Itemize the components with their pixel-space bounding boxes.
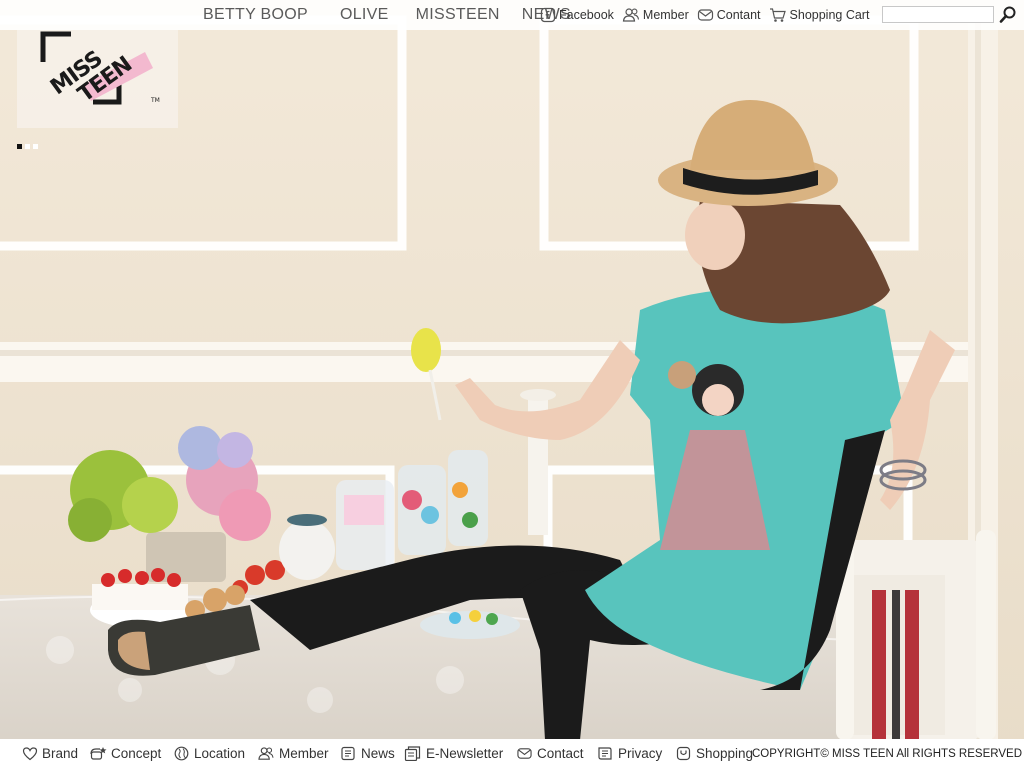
footer-news-label: News [361,746,395,761]
footer-location-label: Location [194,746,246,761]
mail-icon [517,748,532,759]
footer-member-link[interactable]: Member [257,739,329,768]
footer-privacy-link[interactable]: Privacy [597,739,662,768]
facebook-link[interactable]: Facebook [540,7,614,23]
footer-privacy-label: Privacy [618,746,663,761]
newsletter-icon [404,746,421,761]
nav-missteen[interactable]: MISSTEEN [416,6,500,24]
member-link[interactable]: Member [622,7,689,23]
secondary-nav: Facebook Member Contant Shopping Cart [540,0,877,30]
top-nav-bar: BETTY BOOP OLIVE MISSTEEN NEWS Facebook … [0,0,1024,30]
copyright-text: COPYRIGHT© MISS TEEN All RIGHTS RESERVED [751,747,1022,760]
footer-enewsletter-link[interactable]: E-Newsletter [404,739,503,768]
slide-dot[interactable] [33,144,38,149]
footer-news-link[interactable]: News [340,739,395,768]
mail-icon [697,9,713,21]
contant-link[interactable]: Contant [697,7,761,23]
brand-logo[interactable]: MISS TEEN TM [17,30,178,128]
member-label: Member [642,8,689,22]
facebook-label: Facebook [559,8,614,22]
heart-icon [22,747,38,761]
member-icon [258,747,274,760]
slide-dot[interactable] [17,144,22,149]
slide-dot[interactable] [25,144,30,149]
member-icon [622,8,639,22]
footer-concept-link[interactable]: Concept [89,739,161,768]
footer-brand-link[interactable]: Brand [22,739,78,768]
search-icon[interactable] [998,5,1018,25]
cart-icon [769,8,786,22]
main-nav: BETTY BOOP OLIVE MISSTEEN NEWS [203,0,571,30]
nav-betty-boop[interactable]: BETTY BOOP [203,6,308,24]
slider-indicator [17,144,41,149]
footer-location-link[interactable]: Location [173,739,245,768]
star-icon [90,747,107,760]
footer-contact-label: Contact [537,746,584,761]
footer-nav: Brand Concept Location Member News E-New… [0,739,1024,768]
facebook-icon [540,7,556,23]
contant-label: Contant [716,8,761,22]
footer-member-label: Member [279,746,329,761]
footer-shopping-link[interactable]: Shopping [675,739,753,768]
news-icon [341,746,355,761]
shopping-cart-link[interactable]: Shopping Cart [769,7,870,23]
globe-icon [174,746,189,761]
document-icon [598,747,612,760]
footer-brand-label: Brand [42,746,79,761]
nav-olive[interactable]: OLIVE [340,6,389,24]
search-input[interactable] [882,6,994,23]
logo-mark: MISS TEEN TM [40,31,160,107]
footer-enewsletter-label: E-Newsletter [426,746,504,761]
footer-contact-link[interactable]: Contact [516,739,584,768]
trademark-mark: TM [150,97,160,104]
footer-shopping-label: Shopping [696,746,754,761]
footer-concept-label: Concept [111,746,162,761]
bag-icon [676,746,691,761]
shopping-cart-label: Shopping Cart [789,8,870,22]
